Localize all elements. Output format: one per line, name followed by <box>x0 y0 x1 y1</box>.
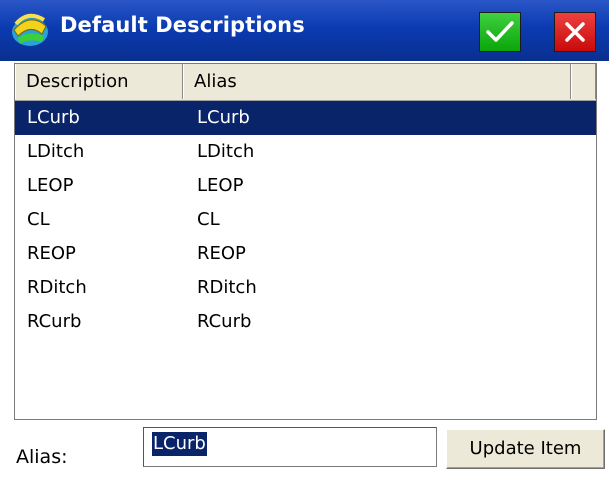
list-item-alias: RCurb <box>197 311 252 332</box>
column-header-description[interactable]: Description <box>15 64 183 99</box>
column-header-filler <box>571 64 596 99</box>
app-logo-icon <box>12 13 48 46</box>
list-item-alias: LEOP <box>197 175 244 196</box>
list-item-description: LDitch <box>27 141 85 162</box>
title-bar: Default Descriptions <box>0 0 609 61</box>
list-item-description: LCurb <box>27 107 80 128</box>
descriptions-list[interactable]: Description Alias LCurb LCurb LDitch LDitch… <box>14 63 597 420</box>
list-item-description: CL <box>27 209 50 230</box>
list-item[interactable]: RDitch RDitch <box>15 271 596 305</box>
list-item-description: REOP <box>27 243 76 264</box>
list-item-description: RCurb <box>27 311 82 332</box>
list-item-alias: CL <box>197 209 220 230</box>
alias-input[interactable]: LCurb <box>143 427 437 467</box>
list-item[interactable]: LDitch LDitch <box>15 135 596 169</box>
list-rows: LCurb LCurb LDitch LDitch LEOP LEOP CL CL REOP RE… <box>15 101 596 339</box>
list-header: Description Alias <box>15 64 596 101</box>
list-item[interactable]: LCurb LCurb <box>15 101 596 135</box>
list-item[interactable]: RCurb RCurb <box>15 305 596 339</box>
list-item-alias: LCurb <box>197 107 250 128</box>
check-icon <box>486 21 514 42</box>
list-item[interactable]: LEOP LEOP <box>15 169 596 203</box>
update-item-button[interactable]: Update Item <box>446 429 605 469</box>
list-item[interactable]: REOP REOP <box>15 237 596 271</box>
alias-label: Alias: <box>16 446 68 468</box>
list-item[interactable]: CL CL <box>15 203 596 237</box>
close-icon <box>565 22 585 42</box>
list-item-alias: REOP <box>197 243 246 264</box>
list-item-alias: RDitch <box>197 277 257 298</box>
alias-input-value: LCurb <box>152 432 207 456</box>
list-item-alias: LDitch <box>197 141 255 162</box>
list-item-description: RDitch <box>27 277 87 298</box>
window-title: Default Descriptions <box>60 13 305 37</box>
cancel-button[interactable] <box>554 12 596 52</box>
list-item-description: LEOP <box>27 175 74 196</box>
column-header-alias[interactable]: Alias <box>183 64 571 99</box>
ok-button[interactable] <box>479 12 521 52</box>
